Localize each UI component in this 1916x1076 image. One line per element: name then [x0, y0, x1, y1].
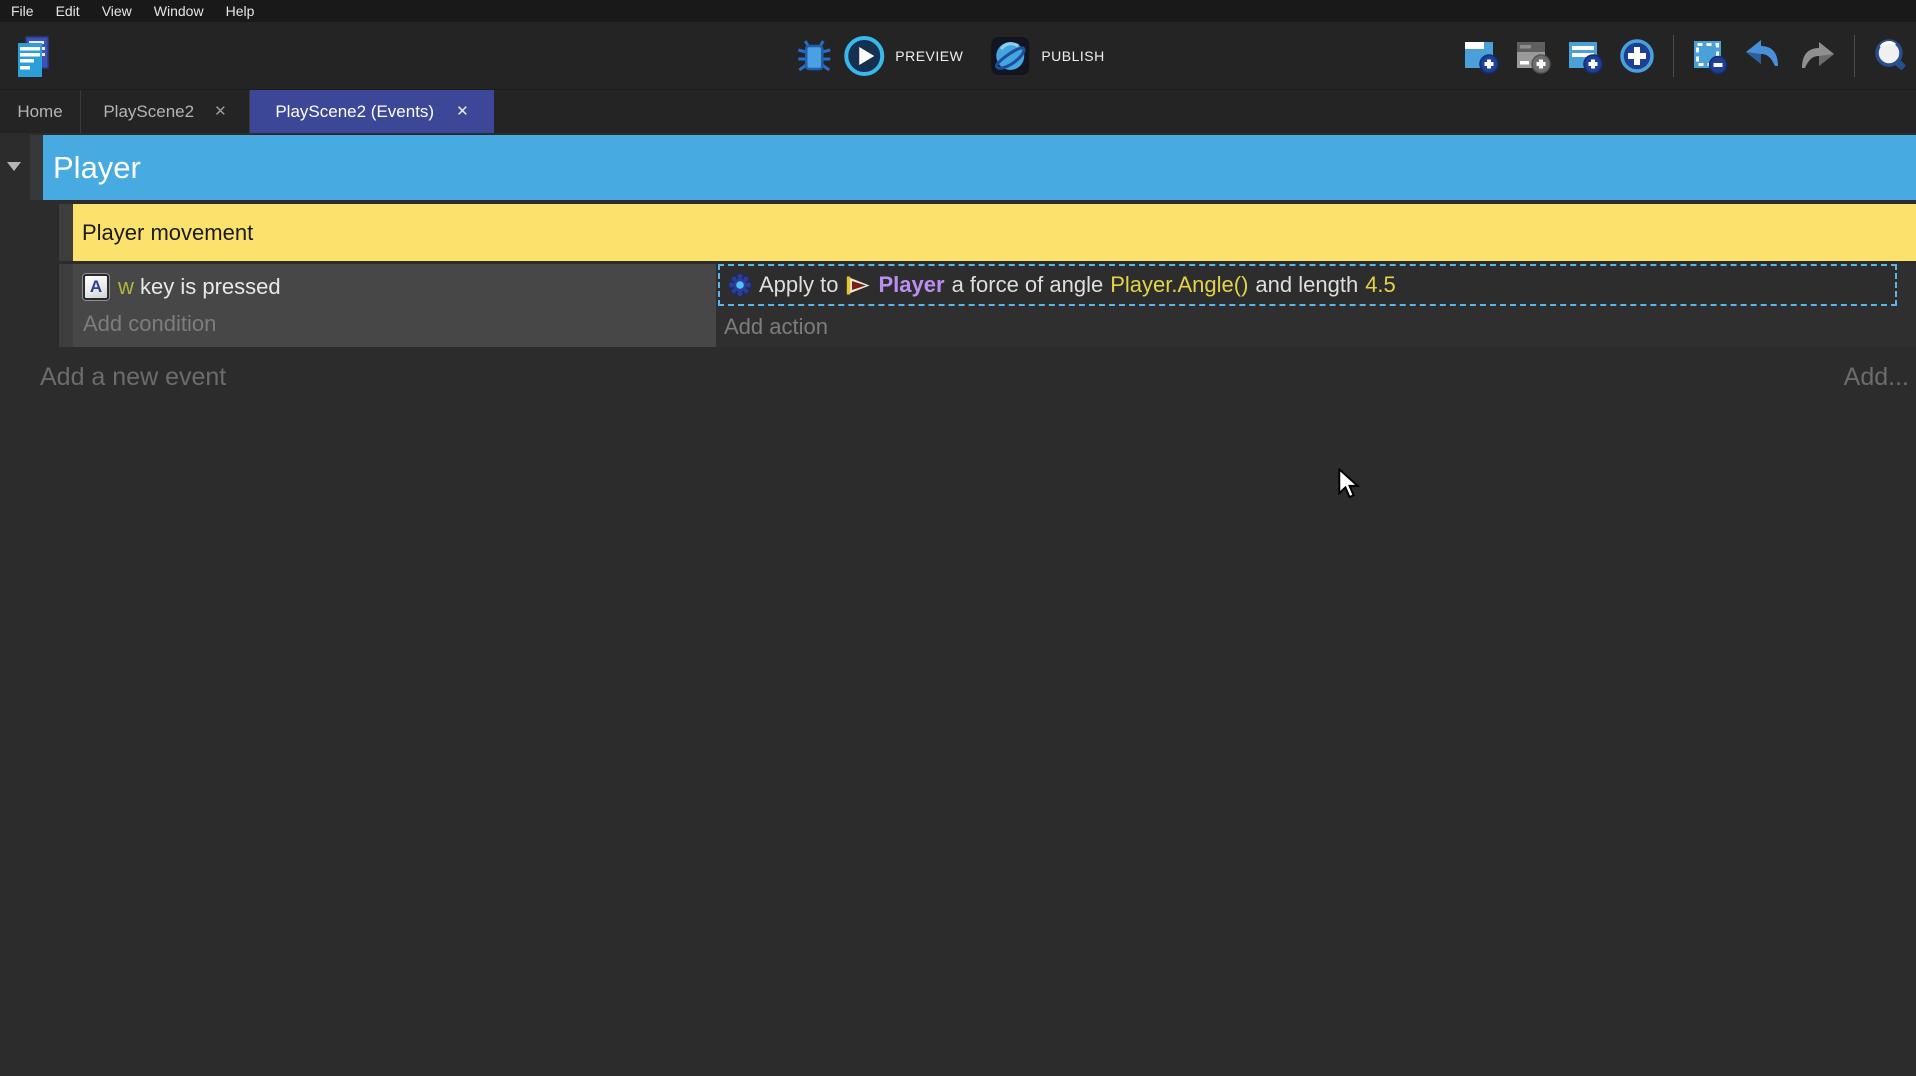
comment-event[interactable]: Player movement	[73, 204, 1916, 261]
action-angle-expression: Player.Angle()	[1110, 272, 1248, 298]
event-group-row: Player	[30, 135, 1916, 200]
project-manager-icon[interactable]	[16, 34, 50, 80]
tab-playscene2-events[interactable]: PlayScene2 (Events) ✕	[250, 90, 494, 133]
search-icon[interactable]	[1872, 37, 1910, 75]
toolbar-separator	[1854, 35, 1855, 77]
tab-bar: Home PlayScene2 ✕ PlayScene2 (Events) ✕	[0, 90, 1916, 133]
comment-row: Player movement	[59, 204, 1916, 261]
action-item-selected[interactable]: Apply to Player a force of angle Player.…	[718, 264, 1897, 306]
force-icon	[728, 273, 752, 297]
group-drag-handle[interactable]	[30, 135, 43, 200]
events-sheet: Player Player movement A w key is presse…	[0, 133, 1916, 1076]
menu-edit[interactable]: Edit	[45, 0, 91, 22]
undo-icon[interactable]	[1743, 37, 1783, 75]
menu-file[interactable]: File	[0, 0, 45, 22]
action-length-value: 4.5	[1365, 272, 1396, 298]
event-drag-handle[interactable]	[59, 264, 73, 347]
action-text-apply-to: Apply to	[759, 272, 839, 298]
toolbar-center-group: PREVIEW PUBLISH	[795, 22, 1121, 90]
condition-key-param: w	[118, 274, 134, 299]
main-toolbar: PREVIEW PUBLISH	[0, 22, 1916, 90]
publish-globe-icon[interactable]	[989, 35, 1031, 77]
tab-label: Home	[17, 102, 62, 122]
player-object-icon	[846, 275, 872, 296]
add-action-button[interactable]: Add action	[724, 314, 828, 340]
toolbar-right-group	[1462, 22, 1910, 90]
close-icon[interactable]: ✕	[456, 104, 469, 119]
add-event-icon[interactable]	[1462, 37, 1500, 75]
add-comment-icon[interactable]	[1566, 37, 1604, 75]
tab-home[interactable]: Home	[0, 90, 80, 133]
keyboard-key-icon: A	[83, 274, 109, 300]
actions-column: Apply to Player a force of angle Player.…	[716, 264, 1916, 347]
delete-selection-icon[interactable]	[1691, 37, 1729, 75]
menu-help[interactable]: Help	[215, 0, 266, 22]
conditions-column: A w key is pressed Add condition	[73, 264, 716, 347]
collapse-group-icon[interactable]	[7, 162, 21, 171]
action-text-middle: a force of angle	[952, 272, 1104, 298]
debug-icon[interactable]	[795, 37, 833, 75]
action-object-name: Player	[879, 272, 945, 298]
toolbar-separator	[1673, 35, 1674, 77]
condition-item[interactable]: A w key is pressed	[83, 271, 716, 302]
add-subevent-icon[interactable]	[1514, 37, 1552, 75]
tab-playscene2[interactable]: PlayScene2 ✕	[81, 90, 249, 133]
condition-text: w key is pressed	[118, 274, 281, 300]
comment-drag-handle[interactable]	[59, 204, 73, 261]
add-condition-button[interactable]: Add condition	[83, 311, 716, 337]
preview-button[interactable]: PREVIEW	[895, 48, 963, 64]
standard-event-row: A w key is pressed Add condition	[59, 264, 1916, 347]
close-icon[interactable]: ✕	[214, 104, 227, 119]
publish-button[interactable]: PUBLISH	[1041, 48, 1104, 64]
action-text-length: and length	[1255, 272, 1358, 298]
tab-label: PlayScene2 (Events)	[275, 102, 434, 122]
redo-icon[interactable]	[1797, 37, 1837, 75]
group-header[interactable]: Player	[43, 135, 1916, 200]
menu-window[interactable]: Window	[143, 0, 215, 22]
menu-view[interactable]: View	[91, 0, 143, 22]
add-more-button[interactable]: Add...	[1844, 363, 1909, 392]
gdevelop-window: File Edit View Window Help	[0, 0, 1916, 1076]
menu-bar: File Edit View Window Help	[0, 0, 1916, 22]
group-title: Player	[53, 150, 141, 186]
play-icon[interactable]	[843, 35, 885, 77]
add-circle-icon[interactable]	[1618, 37, 1656, 75]
add-new-event-button[interactable]: Add a new event	[40, 363, 226, 392]
comment-text: Player movement	[82, 220, 253, 246]
tab-label: PlayScene2	[103, 102, 194, 122]
